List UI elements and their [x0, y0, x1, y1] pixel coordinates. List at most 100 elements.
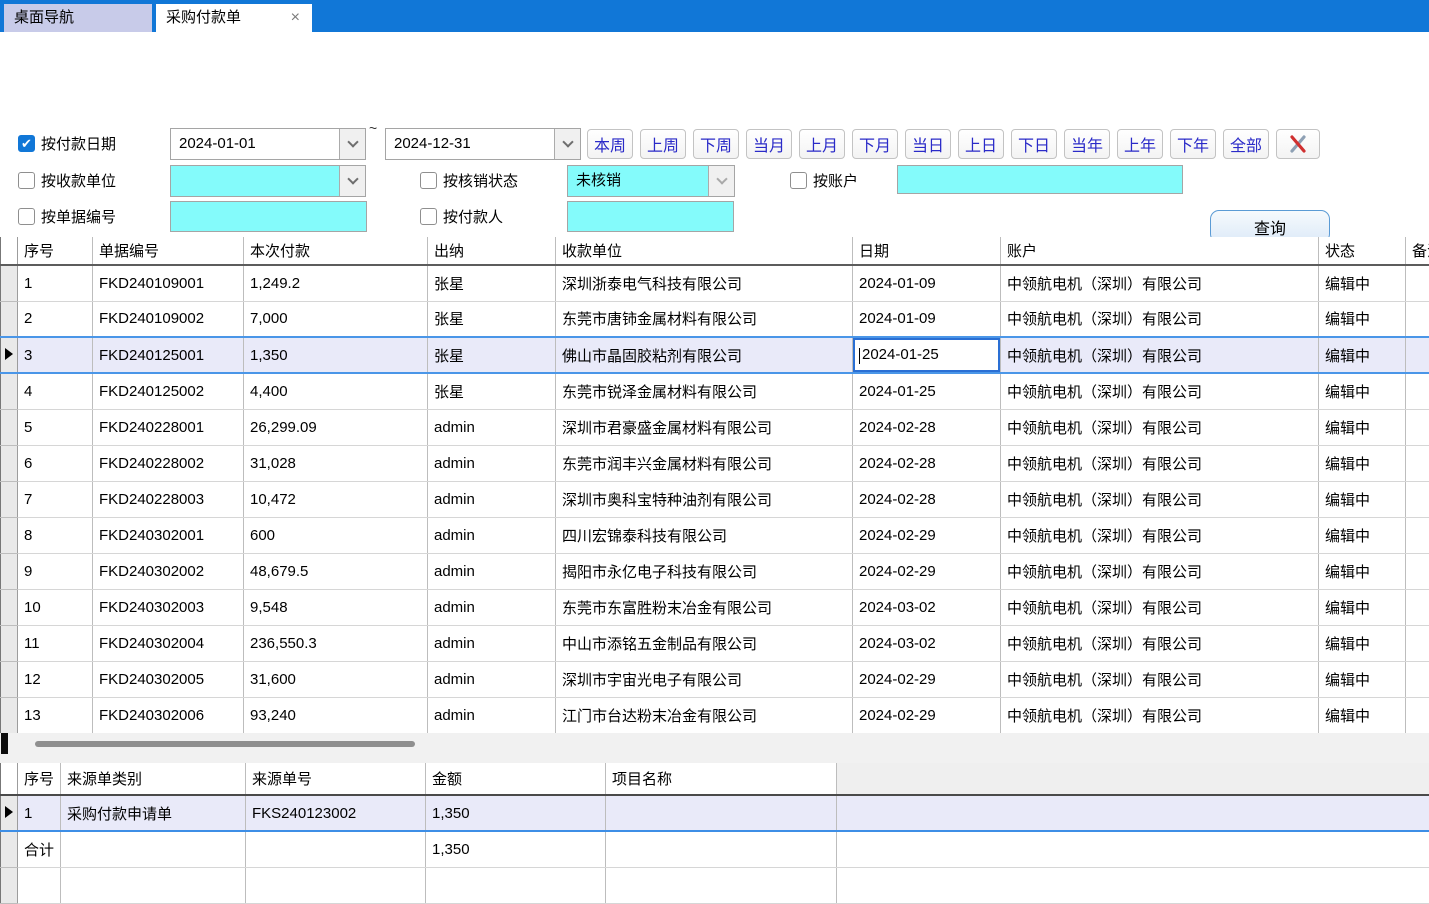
column-header-amount[interactable]: 金额	[426, 763, 606, 795]
cell-remark[interactable]	[1406, 517, 1429, 553]
cell-amount[interactable]: 10,472	[244, 481, 428, 517]
chevron-down-icon[interactable]	[339, 166, 365, 196]
cell-account[interactable]: 中领航电机（深圳）有限公司	[1001, 301, 1319, 337]
cell-payee[interactable]: 中山市添铭五金制品有限公司	[556, 625, 853, 661]
cell-doc-no[interactable]: FKD240302004	[93, 625, 244, 661]
cell-doc-no[interactable]: FKD240109001	[93, 265, 244, 301]
quick-date-button[interactable]: 全部	[1223, 129, 1269, 159]
cell-seq[interactable]: 6	[18, 445, 93, 481]
account-checkbox[interactable]	[790, 172, 807, 189]
cell-cashier[interactable]: 张星	[428, 301, 556, 337]
cell-amount[interactable]: 600	[244, 517, 428, 553]
cell-status[interactable]: 编辑中	[1319, 301, 1406, 337]
close-icon[interactable]: ×	[291, 4, 300, 32]
cell-date[interactable]: 2024-02-29	[853, 661, 1001, 697]
quick-date-button[interactable]: 当年	[1064, 129, 1110, 159]
cell-status[interactable]: 编辑中	[1319, 697, 1406, 733]
cell-seq[interactable]: 2	[18, 301, 93, 337]
cell-date[interactable]: 2024-01-25	[853, 337, 1001, 373]
payee-combo[interactable]	[170, 165, 366, 197]
cell-seq[interactable]: 13	[18, 697, 93, 733]
cell-date[interactable]: 2024-02-29	[853, 553, 1001, 589]
quick-date-button[interactable]: 上月	[799, 129, 845, 159]
clear-filter-button[interactable]	[1276, 129, 1320, 159]
doc-no-checkbox[interactable]	[18, 208, 35, 225]
cell-date[interactable]: 2024-02-28	[853, 445, 1001, 481]
cell-doc-no[interactable]: FKD240302005	[93, 661, 244, 697]
cell-status[interactable]: 编辑中	[1319, 589, 1406, 625]
cell-cashier[interactable]: admin	[428, 481, 556, 517]
cell-account[interactable]: 中领航电机（深圳）有限公司	[1001, 265, 1319, 301]
cell-amount[interactable]: 48,679.5	[244, 553, 428, 589]
row-selector[interactable]	[1, 795, 18, 831]
cell-account[interactable]: 中领航电机（深圳）有限公司	[1001, 409, 1319, 445]
cell-account[interactable]: 中领航电机（深圳）有限公司	[1001, 445, 1319, 481]
cell-cashier[interactable]: 张星	[428, 337, 556, 373]
cell-date[interactable]: 2024-02-28	[853, 481, 1001, 517]
cell-seq[interactable]: 8	[18, 517, 93, 553]
cell-doc-no[interactable]: FKD240228001	[93, 409, 244, 445]
chevron-down-icon[interactable]	[708, 166, 734, 196]
chevron-down-icon[interactable]	[554, 129, 580, 159]
cell-remark[interactable]	[1406, 445, 1429, 481]
cell-cashier[interactable]: admin	[428, 625, 556, 661]
cell-remark[interactable]	[1406, 301, 1429, 337]
cell-account[interactable]: 中领航电机（深圳）有限公司	[1001, 517, 1319, 553]
quick-date-button[interactable]: 上日	[958, 129, 1004, 159]
cell-remark[interactable]	[1406, 337, 1429, 373]
cell-remark[interactable]	[1406, 373, 1429, 409]
cell-date[interactable]: 2024-03-02	[853, 589, 1001, 625]
cell-amount[interactable]: 1,350	[244, 337, 428, 373]
cell-seq[interactable]: 9	[18, 553, 93, 589]
row-selector[interactable]	[1, 625, 18, 661]
cell-source-type[interactable]	[61, 831, 246, 867]
cell-amount[interactable]: 1,350	[426, 831, 606, 867]
cell-remark[interactable]	[1406, 553, 1429, 589]
row-selector[interactable]	[1, 867, 18, 903]
cell-remark[interactable]	[1406, 589, 1429, 625]
cell-doc-no[interactable]: FKD240302006	[93, 697, 244, 733]
cell-amount[interactable]: 93,240	[244, 697, 428, 733]
cell-status[interactable]: 编辑中	[1319, 481, 1406, 517]
cell-payee[interactable]: 东莞市润丰兴金属材料有限公司	[556, 445, 853, 481]
cell-amount[interactable]: 1,350	[426, 795, 606, 831]
cell-status[interactable]: 编辑中	[1319, 409, 1406, 445]
column-header-payee[interactable]: 收款单位	[556, 237, 853, 265]
cell-amount[interactable]: 31,028	[244, 445, 428, 481]
cell-cashier[interactable]: admin	[428, 697, 556, 733]
column-header-doc-no[interactable]: 单据编号	[93, 237, 244, 265]
cell-cashier[interactable]: admin	[428, 553, 556, 589]
column-header-project-name[interactable]: 项目名称	[606, 763, 837, 795]
cell-cashier[interactable]: admin	[428, 517, 556, 553]
cell-seq[interactable]: 7	[18, 481, 93, 517]
tab-purchase-payment[interactable]: 采购付款单 ×	[156, 4, 312, 32]
column-header-amount[interactable]: 本次付款	[244, 237, 428, 265]
cell-payee[interactable]: 东莞市唐铈金属材料有限公司	[556, 301, 853, 337]
cell-doc-no[interactable]: FKD240125002	[93, 373, 244, 409]
row-selector[interactable]	[1, 661, 18, 697]
cell-payee[interactable]: 深圳浙泰电气科技有限公司	[556, 265, 853, 301]
cell-payee[interactable]: 东莞市锐泽金属材料有限公司	[556, 373, 853, 409]
cell-payee[interactable]: 深圳市君豪盛金属材料有限公司	[556, 409, 853, 445]
tab-desktop-nav[interactable]: 桌面导航	[4, 4, 152, 32]
cell-status[interactable]: 编辑中	[1319, 265, 1406, 301]
verify-status-combo[interactable]: 未核销	[567, 165, 735, 197]
cell-account[interactable]: 中领航电机（深圳）有限公司	[1001, 625, 1319, 661]
cell-source-no[interactable]	[246, 831, 426, 867]
cell-project-name[interactable]	[606, 795, 837, 831]
cell-account[interactable]: 中领航电机（深圳）有限公司	[1001, 697, 1319, 733]
cell-amount[interactable]: 26,299.09	[244, 409, 428, 445]
cell-status[interactable]: 编辑中	[1319, 517, 1406, 553]
cell-cashier[interactable]: admin	[428, 589, 556, 625]
cell-account[interactable]: 中领航电机（深圳）有限公司	[1001, 553, 1319, 589]
cell-payee[interactable]: 佛山市晶固胶粘剂有限公司	[556, 337, 853, 373]
quick-date-button[interactable]: 下日	[1011, 129, 1057, 159]
quick-date-button[interactable]: 当月	[746, 129, 792, 159]
cell-seq[interactable]: 1	[18, 795, 61, 831]
quick-date-button[interactable]: 本周	[587, 129, 633, 159]
cell-project-name[interactable]	[606, 867, 837, 903]
cell-status[interactable]: 编辑中	[1319, 445, 1406, 481]
cell-seq[interactable]: 5	[18, 409, 93, 445]
cell-payee[interactable]: 四川宏锦泰科技有限公司	[556, 517, 853, 553]
cell-account[interactable]: 中领航电机（深圳）有限公司	[1001, 373, 1319, 409]
